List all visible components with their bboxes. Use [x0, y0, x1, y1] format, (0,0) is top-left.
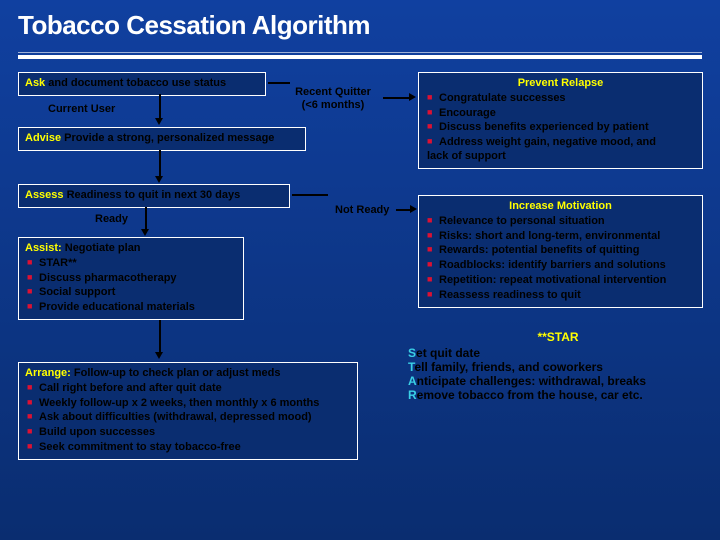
ask-text: and document tobacco use status: [45, 77, 226, 89]
arrange-box: Arrange: Follow-up to check plan or adju…: [18, 362, 358, 460]
divider-thin: [18, 52, 702, 53]
list-item: STAR**: [27, 256, 237, 271]
list-item: Repetition: repeat motivational interven…: [427, 273, 696, 288]
arrow-down-icon: [159, 94, 161, 120]
ask-highlight: Ask: [25, 77, 45, 89]
assess-highlight: Assess: [25, 189, 64, 201]
arrow-right-icon: [383, 97, 411, 99]
list-item: Risks: short and long-term, environmenta…: [427, 229, 696, 244]
list-item: Roadblocks: identify barriers and soluti…: [427, 258, 696, 273]
arrowhead-down-icon: [141, 229, 149, 236]
arrowhead-right-icon: [410, 205, 417, 213]
page-title: Tobacco Cessation Algorithm: [18, 10, 702, 41]
list-item: Rewards: potential benefits of quitting: [427, 243, 696, 258]
assist-box: Assist: Negotiate plan STAR** Discuss ph…: [18, 237, 244, 320]
arrow-down-icon: [159, 150, 161, 178]
not-ready-label: Not Ready: [335, 204, 389, 216]
assist-highlight: Assist:: [25, 242, 62, 254]
list-item: Discuss benefits experienced by patient: [427, 120, 696, 135]
ask-box: Ask and document tobacco use status: [18, 72, 266, 96]
relapse-title: Prevent Relapse: [425, 77, 696, 91]
arrow-down-icon: [159, 320, 161, 354]
arrowhead-down-icon: [155, 176, 163, 183]
current-user-label: Current User: [48, 103, 115, 115]
relapse-list: Congratulate successes Encourage Discuss…: [427, 91, 696, 150]
divider-thick: [18, 55, 702, 59]
arrow-right-icon: [268, 82, 290, 84]
advise-box: Advise Provide a strong, personalized me…: [18, 127, 306, 151]
advise-text: Provide a strong, personalized message: [61, 132, 274, 144]
list-item: Discuss pharmacotherapy: [27, 271, 237, 286]
assess-box: Assess Readiness to quit in next 30 days: [18, 184, 290, 208]
motivation-box: Increase Motivation Relevance to persona…: [418, 195, 703, 308]
list-item: Seek commitment to stay tobacco-free: [27, 440, 351, 455]
recent-quitter-label: Recent Quitter(<6 months): [278, 86, 388, 111]
advise-highlight: Advise: [25, 132, 61, 144]
arrow-right-icon: [292, 194, 328, 196]
list-item: Relevance to personal situation: [427, 214, 696, 229]
star-box: **STAR Set quit date Tell family, friend…: [408, 330, 708, 402]
arrowhead-down-icon: [155, 352, 163, 359]
list-item: Ask about difficulties (withdrawal, depr…: [27, 410, 351, 425]
slide: Tobacco Cessation Algorithm Ask and docu…: [0, 0, 720, 540]
list-item: Social support: [27, 285, 237, 300]
motivation-list: Relevance to personal situation Risks: s…: [427, 214, 696, 303]
ready-label: Ready: [95, 213, 128, 225]
relapse-box: Prevent Relapse Congratulate successes E…: [418, 72, 703, 169]
list-item: Weekly follow-up x 2 weeks, then monthly…: [27, 396, 351, 411]
assist-rest: Negotiate plan: [62, 242, 141, 254]
list-item: Address weight gain, negative mood, and: [427, 135, 696, 150]
arrange-rest: Follow-up to check plan or adjust meds: [71, 367, 281, 379]
list-item: Encourage: [427, 106, 696, 121]
motivation-title: Increase Motivation: [425, 200, 696, 214]
list-item: Build upon successes: [27, 425, 351, 440]
arrange-list: Call right before and after quit date We…: [27, 381, 351, 455]
arrowhead-down-icon: [155, 118, 163, 125]
list-item: Provide educational materials: [27, 300, 237, 315]
relapse-tail: lack of support: [427, 150, 696, 164]
arrange-highlight: Arrange:: [25, 367, 71, 379]
arrowhead-right-icon: [409, 93, 416, 101]
list-item: Congratulate successes: [427, 91, 696, 106]
list-item: Reassess readiness to quit: [427, 288, 696, 303]
star-title: **STAR: [408, 330, 708, 344]
assess-text: Readiness to quit in next 30 days: [64, 189, 241, 201]
arrow-down-icon: [145, 207, 147, 231]
list-item: Call right before and after quit date: [27, 381, 351, 396]
assist-list: STAR** Discuss pharmacotherapy Social su…: [27, 256, 237, 315]
